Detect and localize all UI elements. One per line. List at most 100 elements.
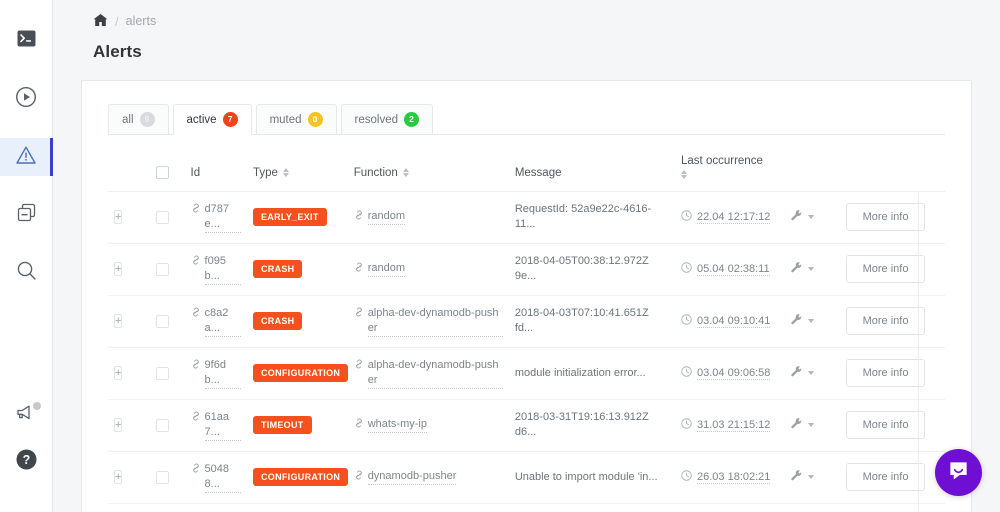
row-actions-menu[interactable] — [790, 313, 820, 329]
cell-select — [150, 451, 185, 504]
row-checkbox[interactable] — [156, 262, 170, 276]
expand-row-button[interactable]: + — [114, 417, 123, 432]
expand-row-button[interactable]: + — [114, 365, 123, 380]
cell-expand: + — [108, 243, 151, 296]
link-icon — [191, 307, 201, 322]
cell-function: alpha-dev-dynamodb-pusher — [347, 347, 509, 400]
cell-last-occurrence: 22.04 12:17:12 — [675, 191, 784, 244]
tab-active[interactable]: active 7 — [172, 104, 252, 135]
sidebar-item-stacks[interactable] — [0, 196, 53, 234]
function-link[interactable]: alpha-dev-dynamodb-pusher — [367, 358, 503, 389]
link-icon — [354, 470, 364, 485]
cell-last-occurrence: 03.04 09:10:41 — [675, 295, 784, 348]
alert-id-link[interactable]: d787e... — [204, 202, 241, 233]
cell-select — [150, 191, 185, 244]
last-occurrence-value[interactable]: 22.04 12:17:12 — [697, 211, 771, 224]
alert-id-link[interactable]: f095b... — [204, 254, 241, 285]
main-content: / alerts Alerts all 9 active 7 muted 0 r… — [53, 0, 1000, 512]
svg-text:?: ? — [22, 453, 30, 467]
help-circle-icon: ? — [15, 448, 38, 476]
more-info-button[interactable]: More info — [845, 203, 926, 231]
tab-resolved[interactable]: resolved 2 — [340, 104, 433, 135]
row-checkbox[interactable] — [156, 470, 170, 484]
sort-icon-function[interactable] — [402, 168, 409, 177]
th-select — [150, 135, 185, 192]
alert-id-link[interactable]: 9f6db... — [204, 358, 241, 389]
sort-icon-last-occurrence[interactable] — [681, 169, 688, 179]
row-checkbox[interactable] — [156, 314, 170, 328]
type-badge: EARLY_EXIT — [252, 208, 327, 226]
table-row: + 9f6db... CONFIGURATION alpha-dev-dynam… — [108, 347, 945, 400]
sidebar-item-alerts[interactable] — [0, 138, 53, 176]
th-last-occurrence-label: Last occurrence — [681, 154, 763, 167]
tab-all-count: 9 — [139, 112, 155, 127]
alert-id-link[interactable]: 61aa7... — [204, 410, 241, 441]
row-actions-menu[interactable] — [790, 209, 820, 225]
expand-row-button[interactable]: + — [114, 261, 123, 276]
cell-id: d787e... — [184, 191, 247, 244]
row-actions-menu[interactable] — [790, 469, 820, 485]
cell-type: CRASH — [246, 503, 348, 512]
function-link[interactable]: whats-my-ip — [367, 417, 427, 433]
cell-id: 9f6db... — [184, 347, 247, 400]
app-root: ? / alerts Alerts all 9 active 7 muted 0… — [0, 0, 1000, 512]
more-info-button[interactable]: More info — [845, 307, 926, 335]
type-badge: CONFIGURATION — [252, 364, 349, 382]
row-actions-menu[interactable] — [790, 365, 820, 381]
link-icon — [354, 262, 364, 277]
last-occurrence-value[interactable]: 26.03 18:02:21 — [697, 471, 771, 484]
row-actions-menu[interactable] — [790, 417, 820, 433]
table-body: + d787e... EARLY_EXIT random RequestId: … — [108, 191, 945, 512]
expand-row-button[interactable]: + — [114, 209, 123, 224]
function-link[interactable]: random — [367, 209, 405, 225]
row-actions-menu[interactable] — [790, 261, 820, 277]
tab-resolved-label: resolved — [354, 113, 398, 126]
link-icon — [354, 210, 364, 225]
cell-actions — [783, 399, 827, 452]
type-badge: TIMEOUT — [252, 416, 312, 434]
th-function[interactable]: Function — [347, 135, 509, 192]
th-type[interactable]: Type — [246, 135, 348, 192]
alerts-table-wrapper: Id Type Function Message Last occurrence… — [108, 135, 945, 512]
more-info-button[interactable]: More info — [845, 359, 926, 387]
chat-launcher-button[interactable] — [935, 449, 982, 496]
sidebar-item-help[interactable]: ? — [0, 449, 53, 492]
home-icon[interactable] — [93, 13, 108, 30]
cell-type: CONFIGURATION — [246, 451, 349, 504]
sort-icon-type[interactable] — [282, 168, 289, 177]
alert-id-link[interactable]: 50488... — [204, 462, 241, 493]
more-info-button[interactable]: More info — [845, 411, 926, 439]
tab-muted[interactable]: muted 0 — [255, 104, 337, 135]
row-checkbox[interactable] — [156, 418, 170, 432]
function-link[interactable]: dynamodb-pusher — [367, 469, 457, 485]
cell-message: 2018-04-05T00:38:12.972Z 9e... — [508, 243, 676, 296]
page-title: Alerts — [93, 42, 142, 61]
wrench-icon — [790, 313, 803, 329]
breadcrumb-current[interactable]: alerts — [126, 14, 157, 28]
row-checkbox[interactable] — [156, 210, 170, 224]
expand-row-button[interactable]: + — [114, 313, 123, 328]
th-last-occurrence[interactable]: Last occurrence — [675, 135, 784, 192]
more-info-button[interactable]: More info — [845, 463, 926, 491]
sidebar-item-terminal[interactable] — [0, 22, 53, 60]
cell-more: More info — [826, 347, 945, 400]
row-checkbox[interactable] — [156, 366, 170, 380]
sidebar-item-announcements[interactable] — [0, 396, 53, 434]
wrench-icon — [790, 261, 803, 277]
expand-row-button[interactable]: + — [114, 469, 123, 484]
cell-id: 50488... — [184, 451, 247, 504]
cell-select — [150, 295, 185, 348]
chevron-down-icon — [807, 423, 814, 427]
last-occurrence-value[interactable]: 03.04 09:10:41 — [697, 315, 771, 328]
alert-id-link[interactable]: c8a2a... — [204, 306, 241, 337]
tab-all[interactable]: all 9 — [108, 104, 169, 135]
last-occurrence-value[interactable]: 03.04 09:06:58 — [697, 367, 771, 380]
sidebar-item-search[interactable] — [0, 254, 53, 292]
select-all-checkbox[interactable] — [156, 165, 170, 179]
sidebar-item-play[interactable] — [0, 80, 53, 118]
function-link[interactable]: random — [367, 261, 405, 277]
more-info-button[interactable]: More info — [845, 255, 926, 283]
last-occurrence-value[interactable]: 05.04 02:38:11 — [697, 263, 770, 276]
function-link[interactable]: alpha-dev-dynamodb-pusher — [367, 306, 503, 337]
last-occurrence-value[interactable]: 31.03 21:15:12 — [697, 419, 771, 432]
